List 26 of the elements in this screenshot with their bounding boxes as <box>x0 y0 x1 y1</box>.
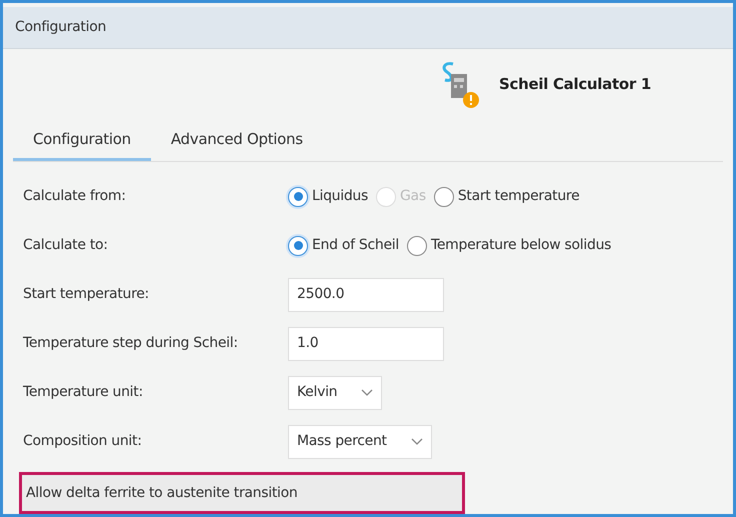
chevron-down-icon <box>410 438 423 446</box>
field-label: Composition unit: <box>23 432 143 451</box>
radio-label: Temperature below solidus <box>430 236 612 255</box>
tab[interactable]: Advanced Options <box>150 120 323 161</box>
field-label: Start temperature: <box>23 285 150 304</box>
field-label: Temperature unit: <box>23 383 144 402</box>
radio-button[interactable] <box>434 186 454 206</box>
dropdown[interactable]: Mass percent <box>288 424 432 458</box>
field-label: Calculate from: <box>23 187 127 206</box>
calculator-name: Scheil Calculator 1 <box>499 74 651 96</box>
text-field[interactable]: 2500.0 <box>288 278 444 312</box>
chevron-down-icon <box>361 388 374 396</box>
text-field[interactable]: 1.0 <box>288 326 444 360</box>
tab[interactable]: Configuration <box>13 120 151 161</box>
radio-button[interactable] <box>406 236 427 256</box>
radio-label: End of Scheil <box>312 236 399 255</box>
radio-label: Start temperature <box>458 187 580 206</box>
radio-label: Liquidus <box>312 187 368 206</box>
field-label: Calculate to: <box>23 236 109 255</box>
radio-label: Gas <box>400 187 426 206</box>
dropdown[interactable]: Kelvin <box>288 376 382 410</box>
field-label: Temperature step during Scheil: <box>23 334 239 353</box>
radio-button[interactable] <box>288 186 308 206</box>
panel-title: Configuration <box>15 18 106 37</box>
option-label: Allow delta ferrite to austenite transition <box>26 484 298 502</box>
radio-button[interactable] <box>288 236 308 256</box>
